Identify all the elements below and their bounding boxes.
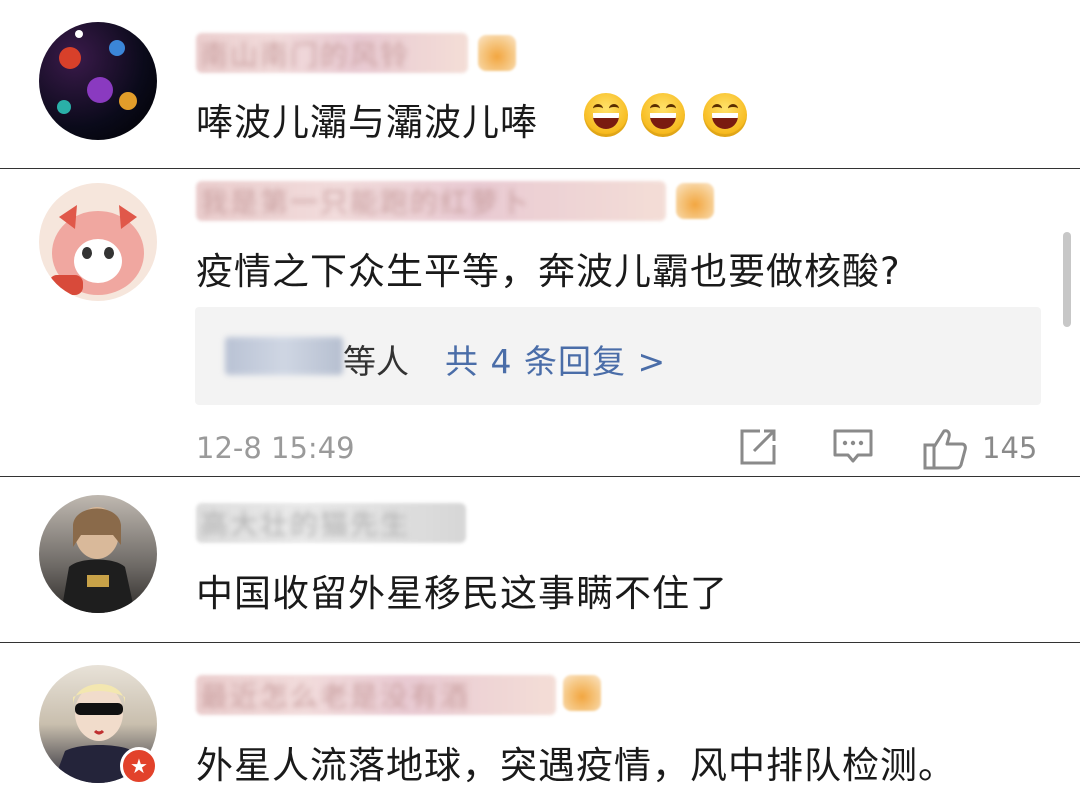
avatar[interactable] (39, 183, 157, 301)
cartoon-avatar-icon (49, 205, 144, 295)
comment-item: 我是第一只能跑的红萝卜 疫情之下众生平等，奔波儿霸也要做核酸? 等人 共 4 条… (0, 168, 1080, 476)
comment-text: 唪波儿灞与灞波儿唪 (196, 101, 538, 144)
grinning-face-icon (703, 93, 747, 137)
comment-text: 疫情之下众生平等，奔波儿霸也要做核酸? (196, 250, 901, 293)
share-icon (740, 429, 776, 465)
avatar[interactable] (39, 22, 157, 140)
reply-usernames-blurred (225, 337, 343, 375)
grinning-face-icon (641, 93, 685, 137)
comment-text: 外星人流落地球，突遇疫情，风中排队检测。 (196, 744, 956, 787)
comment-icon (833, 429, 873, 463)
member-badge-icon (478, 35, 516, 71)
comment-item: ★ 最近怎么老是没有酒 外星人流落地球，突遇疫情，风中排队检测。 (0, 642, 1080, 810)
like-count: 145 (982, 431, 1038, 465)
view-replies-link[interactable]: 共 4 条回复 > (445, 335, 666, 383)
member-badge-icon (676, 183, 714, 219)
reply-users-suffix: 等人 (343, 342, 409, 381)
comment-item: 南山南门的风铃 唪波儿灞与灞波儿唪 (0, 0, 1080, 168)
photo-avatar-icon (61, 507, 135, 613)
scrollbar[interactable] (1063, 232, 1071, 327)
username[interactable]: 我是第一只能跑的红萝卜 (200, 181, 530, 221)
like-button[interactable] (922, 427, 968, 475)
username[interactable]: 高大壮的猫先生 (200, 503, 410, 543)
thumbs-up-icon (923, 429, 967, 470)
grinning-face-icon (584, 93, 628, 137)
member-badge-icon (563, 675, 601, 711)
vip-badge-icon: ★ (120, 747, 158, 785)
comment-time: 12-8 15:49 (196, 431, 355, 465)
username[interactable]: 最近怎么老是没有酒 (200, 675, 470, 715)
comment-button[interactable] (832, 427, 874, 471)
avatar[interactable] (39, 495, 157, 613)
username[interactable]: 南山南门的风铃 (200, 34, 410, 74)
share-button[interactable] (738, 427, 778, 471)
comment-text: 中国收留外星移民这事瞒不住了 (196, 572, 728, 615)
reply-preview[interactable]: 等人 共 4 条回复 > (195, 307, 1041, 405)
comment-item: 高大壮的猫先生 中国收留外星移民这事瞒不住了 (0, 476, 1080, 642)
